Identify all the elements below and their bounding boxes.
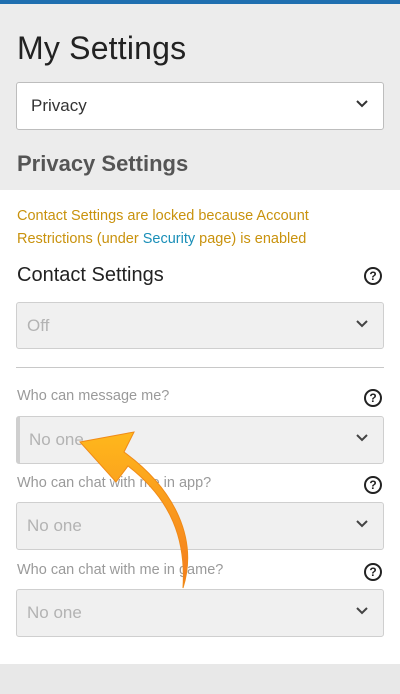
message-permission-value: No one [29, 430, 84, 449]
chevron-down-icon [356, 100, 368, 108]
contact-settings-value: Off [27, 315, 50, 335]
restriction-warning: Contact Settings are locked because Acco… [17, 205, 387, 251]
warning-text-end: page) is enabled [195, 231, 307, 247]
game-chat-permission-value: No one [27, 603, 82, 622]
app-chat-permission-label: Who can chat with me in app? [17, 475, 212, 491]
security-page-link[interactable]: Security [143, 231, 195, 247]
help-circle-icon[interactable]: ? [364, 476, 382, 494]
game-chat-permission-dropdown[interactable]: No one [16, 589, 384, 637]
game-chat-permission-label: Who can chat with me in game? [17, 562, 224, 578]
app-chat-permission-value: No one [27, 516, 82, 535]
app-chat-permission-dropdown[interactable]: No one [16, 502, 384, 550]
chevron-down-icon [356, 319, 368, 327]
top-accent-bar [0, 0, 400, 4]
contact-settings-label: Contact Settings [17, 264, 164, 286]
contact-settings-dropdown[interactable]: Off [16, 302, 384, 349]
section-divider [16, 367, 384, 368]
category-dropdown-value: Privacy [31, 96, 87, 115]
section-heading: Privacy Settings [17, 151, 189, 176]
message-permission-label: Who can message me? [17, 388, 170, 404]
page-title: My Settings [17, 30, 187, 66]
help-circle-icon[interactable]: ? [364, 563, 382, 581]
bottom-band [0, 664, 400, 694]
chevron-down-icon [356, 607, 368, 615]
category-dropdown[interactable]: Privacy [16, 82, 384, 130]
help-circle-icon[interactable]: ? [364, 267, 382, 285]
chevron-down-icon [356, 520, 368, 528]
message-permission-dropdown[interactable]: No one [16, 416, 384, 464]
help-circle-icon[interactable]: ? [364, 389, 382, 407]
chevron-down-icon [356, 434, 368, 442]
